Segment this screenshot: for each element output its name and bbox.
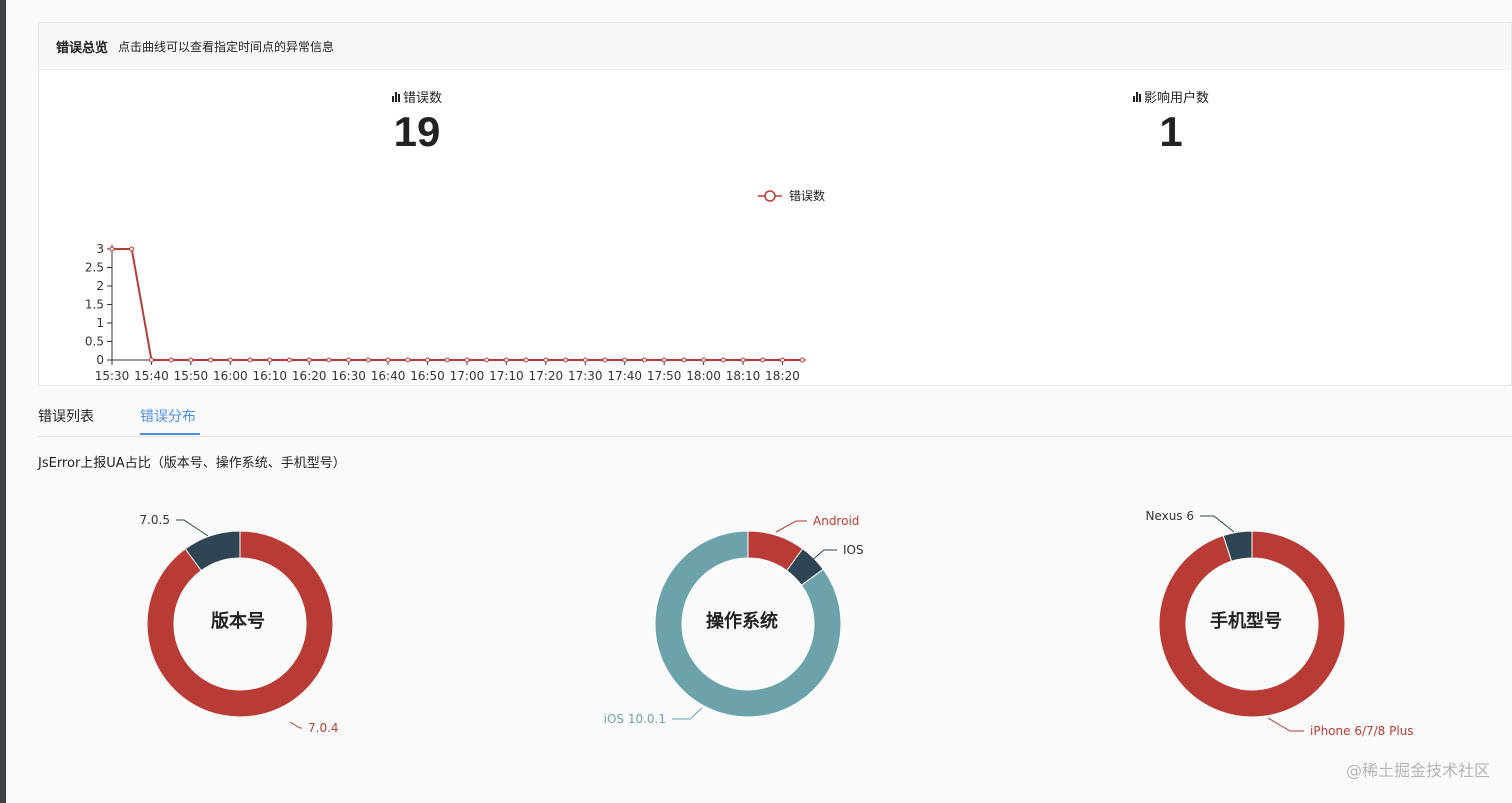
- pie-label-line: [672, 707, 703, 720]
- data-point[interactable]: [306, 357, 312, 363]
- x-tick-label: 16:30: [331, 369, 366, 383]
- x-tick-label: 18:00: [686, 369, 721, 383]
- data-point[interactable]: [799, 357, 805, 363]
- data-point[interactable]: [227, 357, 233, 363]
- pie-slice[interactable]: [1158, 530, 1346, 718]
- data-point[interactable]: [681, 357, 687, 363]
- version-pie-chart[interactable]: 7.0.4 7.0.5: [58, 490, 418, 750]
- pie-label-line: [775, 520, 807, 533]
- model-pie-chart[interactable]: iPhone 6/7/8 Plus Nexus 6: [1066, 490, 1426, 750]
- data-point[interactable]: [563, 357, 569, 363]
- x-tick-label: 16:20: [292, 369, 327, 383]
- data-point[interactable]: [543, 357, 549, 363]
- data-point[interactable]: [661, 357, 667, 363]
- pie-label-line: [289, 721, 302, 729]
- x-tick-label: 16:40: [371, 369, 406, 383]
- y-tick-label: 2.5: [85, 261, 104, 275]
- y-tick-label: 2: [96, 279, 104, 293]
- pie-label-line: [176, 519, 209, 537]
- data-point[interactable]: [641, 357, 647, 363]
- data-point[interactable]: [464, 357, 470, 363]
- model-pie[interactable]: iPhone 6/7/8 Plus Nexus 6 手机型号: [1066, 490, 1426, 750]
- data-point[interactable]: [602, 357, 608, 363]
- os-pie[interactable]: Android IOS iOS 10.0.1 操作系统: [562, 490, 922, 750]
- data-point[interactable]: [188, 357, 194, 363]
- x-tick-label: 17:00: [450, 369, 485, 383]
- x-tick-label: 15:30: [95, 369, 130, 383]
- x-tick-label: 17:10: [489, 369, 524, 383]
- y-tick-label: 0.5: [85, 335, 104, 349]
- pie-slice-label: Nexus 6: [1145, 509, 1194, 523]
- pie-label-line: [1267, 717, 1304, 732]
- pie-slice-label: iPhone 6/7/8 Plus: [1310, 724, 1414, 738]
- data-point[interactable]: [247, 357, 253, 363]
- data-point[interactable]: [405, 357, 411, 363]
- data-point[interactable]: [701, 357, 707, 363]
- data-point[interactable]: [208, 357, 214, 363]
- x-tick-label: 15:50: [174, 369, 209, 383]
- data-point[interactable]: [760, 357, 766, 363]
- data-point[interactable]: [622, 357, 628, 363]
- data-point[interactable]: [523, 357, 529, 363]
- pie-label-line: [1200, 515, 1235, 533]
- x-tick-label: 16:50: [410, 369, 445, 383]
- data-point[interactable]: [109, 246, 115, 252]
- pie-slice-label: 7.0.4: [308, 721, 339, 735]
- x-tick-label: 16:10: [252, 369, 287, 383]
- tab-error-list[interactable]: 错误列表: [38, 406, 94, 426]
- version-pie[interactable]: 7.0.4 7.0.5 版本号: [58, 490, 418, 750]
- y-tick-label: 1.5: [85, 298, 104, 312]
- data-point[interactable]: [286, 357, 292, 363]
- active-tab-indicator: [140, 433, 200, 435]
- series-line-error-count[interactable]: [112, 248, 803, 361]
- tab-bar: 错误列表 错误分布: [38, 404, 1512, 437]
- data-point[interactable]: [148, 357, 154, 363]
- data-point[interactable]: [168, 357, 174, 363]
- error-overview-card: 错误总览 点击曲线可以查看指定时间点的异常信息 错误数 19 影响用户数 1 错…: [38, 22, 1512, 386]
- x-tick-label: 17:30: [568, 369, 603, 383]
- watermark: @稀土掘金技术社区: [1345, 761, 1490, 780]
- data-point[interactable]: [129, 246, 135, 252]
- data-point[interactable]: [779, 357, 785, 363]
- data-point[interactable]: [444, 357, 450, 363]
- pie-slice-label: IOS: [843, 543, 864, 557]
- x-tick-label: 18:10: [726, 369, 761, 383]
- x-tick-label: 17:40: [607, 369, 642, 383]
- x-tick-label: 16:00: [213, 369, 248, 383]
- data-point[interactable]: [326, 357, 332, 363]
- data-point[interactable]: [503, 357, 509, 363]
- y-tick-label: 3: [96, 242, 104, 256]
- pie-slice-label: 7.0.5: [139, 513, 170, 527]
- data-point[interactable]: [346, 357, 352, 363]
- x-tick-label: 18:20: [765, 369, 800, 383]
- x-tick-label: 17:20: [529, 369, 564, 383]
- data-point[interactable]: [484, 357, 490, 363]
- pie-slice-label: iOS 10.0.1: [604, 712, 666, 726]
- pie-slice[interactable]: [146, 530, 334, 718]
- data-point[interactable]: [720, 357, 726, 363]
- data-point[interactable]: [582, 357, 588, 363]
- x-tick-label: 17:50: [647, 369, 682, 383]
- pie-slice-label: Android: [813, 514, 859, 528]
- error-trend-chart[interactable]: 0 0.5 1 1.5 2 2.5 3 15:30 15:40 15:50 16:00 16:10 16…: [39, 23, 1512, 387]
- page: 错误总览 点击曲线可以查看指定时间点的异常信息 错误数 19 影响用户数 1 错…: [6, 0, 1512, 803]
- y-tick-label: 1: [96, 316, 104, 330]
- data-point[interactable]: [740, 357, 746, 363]
- data-point[interactable]: [425, 357, 431, 363]
- os-pie-chart[interactable]: Android IOS iOS 10.0.1: [562, 490, 922, 750]
- y-tick-label: 0: [96, 353, 104, 367]
- data-point[interactable]: [385, 357, 391, 363]
- data-point[interactable]: [267, 357, 273, 363]
- tab-error-distribution[interactable]: 错误分布: [140, 406, 196, 426]
- x-tick-label: 15:40: [134, 369, 169, 383]
- data-point[interactable]: [365, 357, 371, 363]
- distribution-title: JsError上报UA占比（版本号、操作系统、手机型号）: [38, 456, 346, 471]
